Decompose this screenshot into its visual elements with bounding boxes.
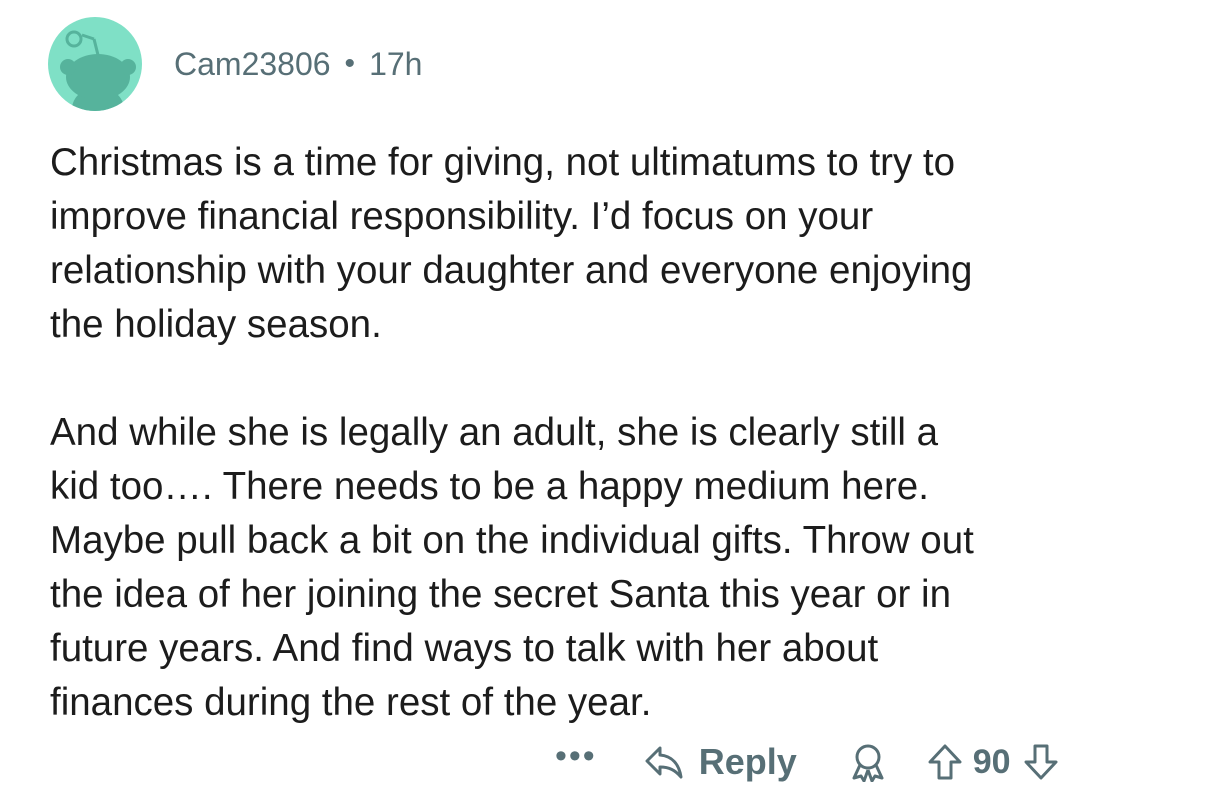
comment-card: Cam23806 • 17h Christmas is a time for g… [0, 0, 1206, 804]
reply-label: Reply [698, 741, 797, 782]
award-button[interactable] [849, 742, 887, 782]
upvote-button[interactable] [927, 742, 963, 782]
upvote-arrow-icon [928, 744, 962, 780]
user-avatar[interactable] [48, 17, 142, 111]
reply-button[interactable]: Reply [643, 741, 797, 783]
comment-actions: ••• Reply 90 [555, 732, 1059, 792]
username[interactable]: Cam23806 [174, 46, 331, 83]
comment-age: 17h [369, 45, 423, 82]
snoo-avatar-icon [60, 30, 136, 111]
downvote-arrow-icon [1024, 744, 1058, 780]
vote-score: 90 [972, 742, 1011, 781]
more-options-icon[interactable]: ••• [555, 739, 597, 773]
comment-paragraph-1: Christmas is a time for giving, not ulti… [50, 141, 973, 346]
meta-separator: • [344, 47, 356, 80]
comment-paragraph-2: And while she is legally an adult, she i… [50, 411, 974, 724]
comment-header: Cam23806 • 17h [48, 16, 422, 112]
award-icon [852, 744, 884, 782]
downvote-button[interactable] [1023, 742, 1059, 782]
vote-control: 90 [927, 742, 1059, 782]
comment-body: Christmas is a time for giving, not ulti… [50, 136, 1180, 730]
comment-meta: Cam23806 • 17h [174, 46, 422, 83]
reply-arrow-icon [645, 746, 683, 779]
